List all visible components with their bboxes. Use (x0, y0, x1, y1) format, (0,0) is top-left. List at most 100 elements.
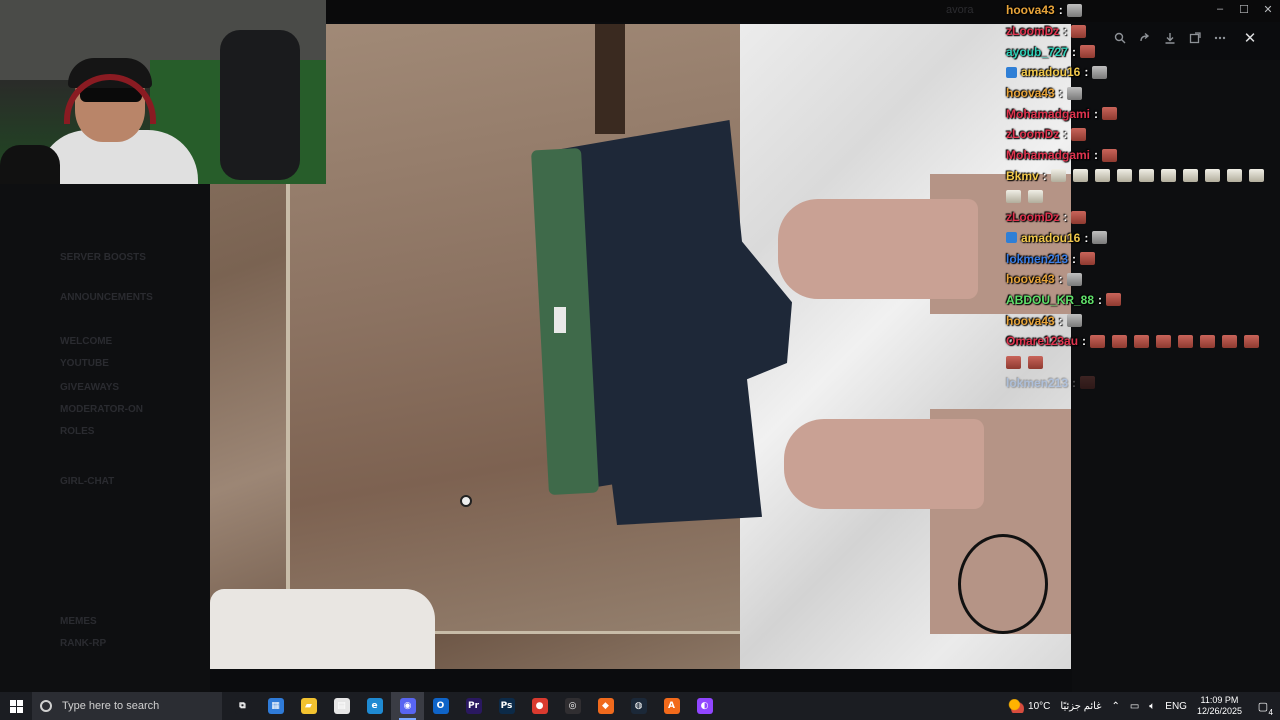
chat-username[interactable]: ayoub_727 (1006, 42, 1068, 62)
taskbar-app-edge[interactable]: e (358, 692, 391, 720)
channel-item[interactable]: GIVEAWAYS (60, 382, 119, 393)
channel-item[interactable]: WELCOME (60, 336, 112, 347)
chat-username[interactable]: hoova43 (1006, 269, 1055, 289)
chat-username[interactable]: lokmen213 (1006, 373, 1068, 393)
emote-icon (1080, 45, 1096, 59)
taskbar-app-premiere-pro[interactable]: Pr (457, 692, 490, 720)
channel-item[interactable]: MODERATOR-ON (60, 404, 143, 415)
emote-icon (1244, 334, 1260, 348)
chat-username[interactable]: hoova43 (1006, 83, 1055, 103)
chat-username[interactable]: Bkmv (1006, 166, 1039, 186)
taskbar-app-notepad[interactable]: ▤ (325, 692, 358, 720)
emote-icon (1090, 334, 1106, 348)
chat-message: lokmen213: (1006, 248, 1274, 269)
taskbar-app-photoshop[interactable]: Ps (490, 692, 523, 720)
taskbar-search[interactable]: Type here to search (32, 692, 222, 720)
chat-username[interactable]: amadou16 (1021, 228, 1080, 248)
chat-username[interactable]: amadou16 (1021, 62, 1080, 82)
chat-separator: : (1042, 168, 1047, 183)
chat-message: Omare123au: (1006, 331, 1274, 352)
emote-icon (1112, 334, 1128, 348)
twitch-studio-icon: ◐ (696, 698, 713, 714)
emote-icon (1072, 169, 1088, 183)
emote-icon (1071, 127, 1087, 141)
cursor-icon (460, 495, 472, 507)
chat-message: zLoomDz: (1006, 21, 1274, 42)
taskbar-app-avast[interactable]: A (655, 692, 688, 720)
chat-username[interactable]: ABDOU_KR_88 (1006, 290, 1094, 310)
chat-separator: : (1072, 375, 1077, 390)
taskbar-app-steam[interactable]: ◍ (622, 692, 655, 720)
taskbar-app-file-explorer[interactable]: ▰ (292, 692, 325, 720)
chat-message: ABDOU_KR_88: (1006, 290, 1274, 311)
channel-item[interactable]: ROLES (60, 426, 94, 437)
chat-separator: : (1094, 106, 1099, 121)
taskbar-app-discord[interactable]: ◉ (391, 692, 424, 720)
chat-username[interactable]: Omare123au (1006, 331, 1078, 351)
emote-icon (1050, 169, 1066, 183)
taskbar-app-twitch-studio[interactable]: ◐ (688, 692, 721, 720)
emote-icon (1134, 334, 1150, 348)
viewer-image[interactable] (210, 24, 1071, 669)
weather-temp[interactable]: 10°C (1028, 701, 1050, 712)
taskbar-app-task-view[interactable]: ⧉ (226, 692, 259, 720)
chat-separator: : (1072, 44, 1077, 59)
rug-stripe (595, 24, 625, 134)
notification-button[interactable]: ▢ 4 (1252, 692, 1274, 720)
chevron-up-icon[interactable]: ⌃ (1111, 701, 1119, 712)
chat-message: hoova43: (1006, 310, 1274, 331)
chat-username[interactable]: zLoomDz (1006, 21, 1059, 41)
notepad-icon: ▤ (333, 698, 350, 714)
channel-item[interactable]: SERVER BOOSTS (60, 252, 146, 263)
emote-icon (1066, 272, 1082, 286)
emote-icon (1006, 355, 1021, 369)
start-button[interactable] (0, 692, 32, 720)
taskbar: Type here to search ⧉ ▦ ▰ ▤ e ◉ O Pr Ps ● ◎ ◆ ◍ A ◐ 10… (0, 692, 1280, 720)
channel-item[interactable]: MEMES (60, 616, 97, 627)
emote-icon (1200, 334, 1216, 348)
emote-icon (1248, 169, 1264, 183)
system-tray: 10°C غائم جزئيًا ⌃ ▭ 🔈︎ ENG 11:09 PM 12/… (1008, 692, 1280, 720)
chat-username[interactable]: zLoomDz (1006, 207, 1059, 227)
chat-message: ayoub_727: (1006, 41, 1274, 62)
microphone (0, 145, 60, 184)
chat-username[interactable]: hoova43 (1006, 311, 1055, 331)
chat-username[interactable]: Mohamadgami (1006, 104, 1090, 124)
emote-icon (1160, 169, 1176, 183)
network-icon[interactable]: ▭ (1130, 701, 1139, 712)
taskbar-app-brave[interactable]: ◆ (589, 692, 622, 720)
chat-separator: : (1063, 127, 1068, 142)
sub-badge-icon (1006, 232, 1017, 244)
channel-item[interactable]: RANK-RP (60, 638, 106, 649)
taskbar-app-microsoft-store[interactable]: ▦ (259, 692, 292, 720)
chat-message: Bkmv: (1006, 166, 1274, 187)
language-indicator[interactable]: ENG (1165, 701, 1187, 712)
clock[interactable]: 11:09 PM 12/26/2025 (1197, 695, 1242, 717)
weather-description[interactable]: غائم جزئيًا (1060, 701, 1101, 712)
chat-separator: : (1094, 148, 1099, 163)
taskbar-app-outlook[interactable]: O (424, 692, 457, 720)
taskbar-app-obs[interactable]: ◎ (556, 692, 589, 720)
volume-icon[interactable]: 🔈︎ (1149, 701, 1155, 712)
chat-separator: : (1058, 313, 1063, 328)
chat-separator: : (1072, 251, 1077, 266)
emote-icon (1102, 148, 1118, 162)
chat-username[interactable]: zLoomDz (1006, 124, 1059, 144)
chat-message: Mohamadgami: (1006, 103, 1274, 124)
channel-item[interactable]: GIRL-CHAT (60, 476, 114, 487)
emote-icon (1066, 86, 1082, 100)
task-view-icon: ⧉ (234, 698, 251, 714)
emote-icon (1080, 376, 1096, 390)
emote-icon (1092, 231, 1108, 245)
emote-icon (1066, 3, 1082, 17)
chat-username[interactable]: Mohamadgami (1006, 145, 1090, 165)
window-title: avora (946, 4, 974, 16)
chat-username[interactable]: hoova43 (1006, 0, 1055, 20)
taskbar-app-chrome[interactable]: ● (523, 692, 556, 720)
channel-item[interactable]: ANNOUNCEMENTS (60, 292, 153, 303)
chat-message (1006, 186, 1274, 207)
chat-username[interactable]: lokmen213 (1006, 249, 1068, 269)
pillow (210, 589, 435, 669)
clock-date: 12/26/2025 (1196, 706, 1242, 716)
channel-item[interactable]: YOUTUBE (60, 358, 109, 369)
